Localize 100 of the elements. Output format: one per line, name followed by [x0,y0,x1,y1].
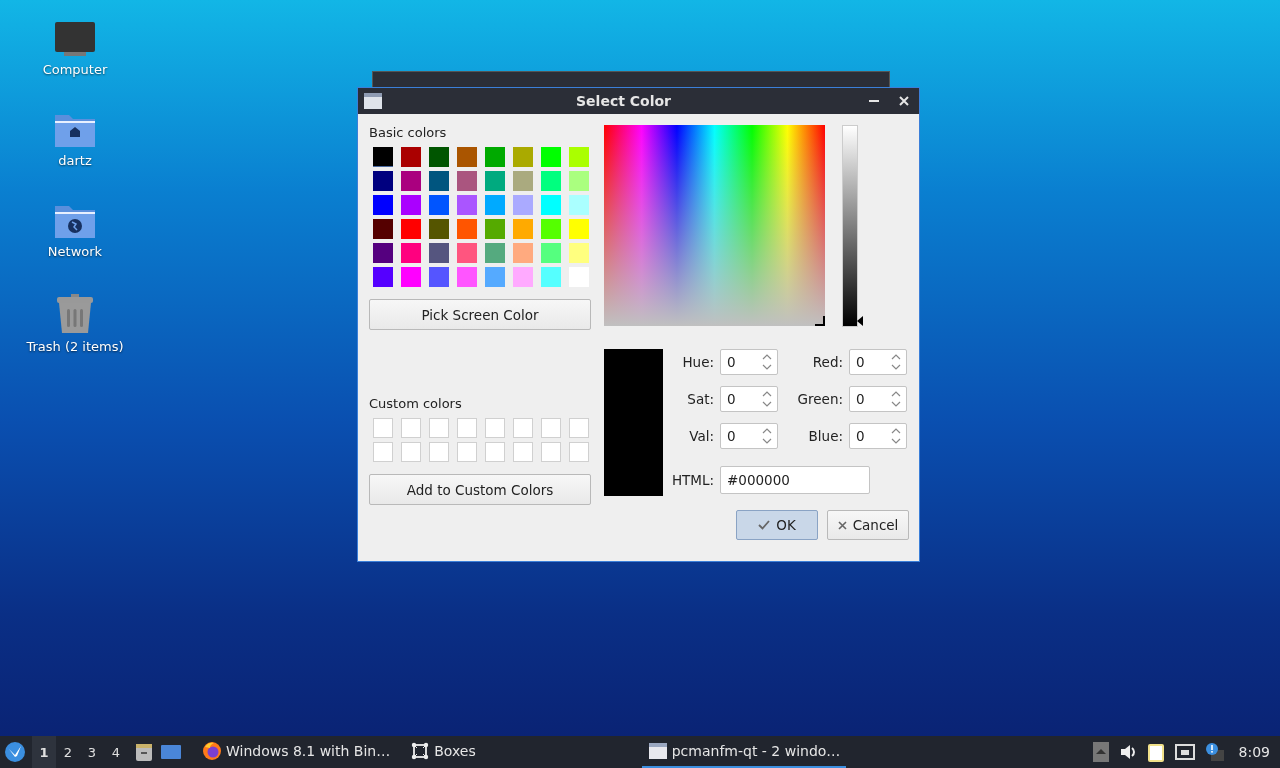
custom-color-slot[interactable] [373,418,393,438]
custom-color-slot[interactable] [373,442,393,462]
workspace-tab[interactable]: 2 [56,736,80,768]
color-swatch[interactable] [429,195,449,215]
spin-arrows-icon[interactable] [890,352,902,372]
color-swatch[interactable] [429,267,449,287]
color-swatch[interactable] [541,267,561,287]
desktop-icon-label[interactable]: dartz [58,153,92,168]
color-swatch[interactable] [541,147,561,167]
spin-arrows-icon[interactable] [761,389,773,409]
color-swatch[interactable] [457,147,477,167]
clipboard-icon[interactable] [1146,742,1165,762]
color-swatch[interactable] [429,243,449,263]
custom-color-slot[interactable] [457,418,477,438]
color-swatch[interactable] [541,171,561,191]
color-swatch[interactable] [373,219,393,239]
crosshair-icon[interactable] [815,316,825,326]
color-swatch[interactable] [457,171,477,191]
color-swatch[interactable] [513,195,533,215]
color-swatch[interactable] [541,243,561,263]
bird-logo-icon[interactable] [4,741,26,763]
color-swatch[interactable] [513,171,533,191]
color-swatch[interactable] [457,195,477,215]
alert-icon[interactable] [1204,742,1225,762]
add-custom-color-button[interactable]: Add to Custom Colors [369,474,591,505]
color-swatch[interactable] [541,219,561,239]
spin-arrows-icon[interactable] [890,426,902,446]
color-swatch[interactable] [401,195,421,215]
workspace-tab[interactable]: 1 [32,736,56,768]
color-swatch[interactable] [513,147,533,167]
html-field[interactable]: #000000 [720,466,870,494]
custom-color-slot[interactable] [429,442,449,462]
file-cabinet-icon[interactable] [134,742,154,762]
desktop-icon-label[interactable]: Trash (2 items) [26,339,124,354]
color-swatch[interactable] [485,219,505,239]
color-swatch[interactable] [485,171,505,191]
color-swatch[interactable] [401,267,421,287]
color-swatch[interactable] [457,267,477,287]
custom-color-slot[interactable] [401,418,421,438]
custom-color-slot[interactable] [541,418,561,438]
color-swatch[interactable] [541,195,561,215]
spin-box[interactable]: 0 [849,386,907,412]
color-swatch[interactable] [569,219,589,239]
color-swatch[interactable] [485,243,505,263]
color-swatch[interactable] [429,219,449,239]
color-swatch[interactable] [373,147,393,167]
custom-color-slot[interactable] [485,442,505,462]
speaker-icon[interactable] [1118,743,1137,761]
workspace-tab[interactable]: 4 [104,736,128,768]
network-port-icon[interactable] [1174,743,1195,761]
color-swatch[interactable] [569,171,589,191]
color-swatch[interactable] [569,195,589,215]
color-swatch[interactable] [485,267,505,287]
color-swatch[interactable] [401,171,421,191]
close-icon[interactable] [899,96,909,106]
value-slider-track[interactable] [842,125,858,327]
spin-arrows-icon[interactable] [890,389,902,409]
color-swatch[interactable] [373,195,393,215]
taskbar-task[interactable]: pcmanfm-qt - 2 windo… [641,736,847,768]
color-swatch[interactable] [373,243,393,263]
color-swatch[interactable] [569,243,589,263]
spin-box[interactable]: 0 [720,386,778,412]
custom-color-slot[interactable] [485,418,505,438]
desktop-icon-label[interactable]: Network [47,244,103,259]
window-icon[interactable] [160,743,182,761]
color-swatch[interactable] [485,195,505,215]
custom-color-slot[interactable] [569,442,589,462]
color-swatch[interactable] [373,267,393,287]
spin-arrows-icon[interactable] [761,352,773,372]
color-swatch[interactable] [513,219,533,239]
minimize-icon[interactable] [869,99,879,103]
custom-color-slot[interactable] [569,418,589,438]
taskbar-task[interactable]: Windows 8.1 with Bin… [196,736,397,768]
spin-box[interactable]: 0 [720,349,778,375]
ok-button[interactable]: OK [736,510,818,540]
color-swatch[interactable] [569,147,589,167]
color-swatch[interactable] [457,219,477,239]
workspace-tab[interactable]: 3 [80,736,104,768]
custom-color-slot[interactable] [513,418,533,438]
color-swatch[interactable] [429,147,449,167]
custom-color-slot[interactable] [429,418,449,438]
color-spectrum[interactable] [604,125,825,326]
custom-color-slot[interactable] [457,442,477,462]
spin-box[interactable]: 0 [720,423,778,449]
color-swatch[interactable] [513,267,533,287]
spin-box[interactable]: 0 [849,349,907,375]
custom-color-slot[interactable] [513,442,533,462]
color-swatch[interactable] [457,243,477,263]
color-swatch[interactable] [373,171,393,191]
color-swatch[interactable] [429,171,449,191]
spin-box[interactable]: 0 [849,423,907,449]
cancel-button[interactable]: Cancel [827,510,909,540]
custom-color-slot[interactable] [401,442,421,462]
taskbar-task[interactable]: Boxes [404,736,482,768]
color-swatch[interactable] [513,243,533,263]
custom-color-slot[interactable] [541,442,561,462]
color-swatch[interactable] [401,243,421,263]
pick-screen-color-button[interactable]: Pick Screen Color [369,299,591,330]
color-swatch[interactable] [485,147,505,167]
spin-arrows-icon[interactable] [761,426,773,446]
